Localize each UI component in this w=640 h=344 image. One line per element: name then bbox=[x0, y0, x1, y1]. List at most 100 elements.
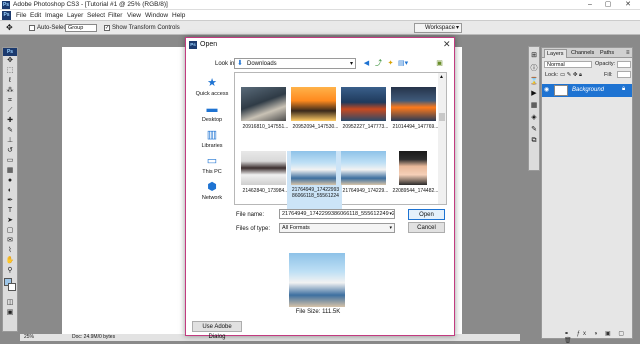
brushes-icon[interactable]: ✎ bbox=[529, 125, 539, 133]
close-button[interactable]: ✕ bbox=[620, 0, 636, 10]
move-tool-icon[interactable]: ✥ bbox=[6, 23, 13, 32]
chevron-down-icon: ▾ bbox=[349, 61, 353, 67]
blur-tool-icon[interactable]: ● bbox=[4, 176, 16, 186]
file-name: 20952094_147530... bbox=[292, 124, 339, 130]
chevron-down-icon[interactable]: ▾ bbox=[389, 210, 392, 218]
file-item[interactable]: 20952094_147530... bbox=[287, 87, 342, 135]
folder-preview-icon[interactable]: ▣ bbox=[435, 59, 444, 68]
transform-controls-checkbox[interactable]: ✓ bbox=[104, 25, 110, 31]
brush-tool-icon[interactable]: ✎ bbox=[4, 126, 16, 136]
zoom-tool-icon[interactable]: ⚲ bbox=[4, 266, 16, 276]
opacity-field[interactable] bbox=[617, 61, 631, 68]
cancel-button[interactable]: Cancel bbox=[408, 222, 445, 233]
history-icon[interactable]: ⌛ bbox=[529, 77, 539, 85]
look-in-dropdown[interactable]: ⬇ Downloads ▾ bbox=[234, 58, 356, 69]
place-libraries[interactable]: ▥ Libraries bbox=[193, 129, 231, 149]
layer-row-background[interactable]: ◉ Background 🔒︎ bbox=[542, 84, 632, 97]
fill-field[interactable] bbox=[617, 71, 631, 78]
pen-tool-icon[interactable]: ✒ bbox=[4, 196, 16, 206]
clone-stamp-icon[interactable]: ⊥ bbox=[4, 136, 16, 146]
minimize-button[interactable]: – bbox=[582, 0, 598, 10]
lasso-tool-icon[interactable]: ℓ bbox=[4, 76, 16, 86]
tab-channels[interactable]: Channels bbox=[569, 49, 596, 58]
file-item[interactable]: 20952227_147773... bbox=[337, 87, 392, 135]
menu-image[interactable]: Image bbox=[45, 12, 63, 19]
layers-bottom-toolbar[interactable]: ⚭ ƒx ◑ ▣ ▢ 🗑︎ bbox=[564, 330, 632, 344]
dodge-tool-icon[interactable]: ◐ bbox=[4, 186, 16, 196]
actions-icon[interactable]: ▶ bbox=[529, 89, 539, 97]
auto-select-checkbox[interactable] bbox=[29, 25, 35, 31]
hand-tool-icon[interactable]: ✋ bbox=[4, 256, 16, 266]
styles-icon[interactable]: ◈ bbox=[529, 113, 539, 121]
file-thumbnail bbox=[341, 87, 386, 121]
quick-mask-icon[interactable]: ◫ bbox=[4, 298, 16, 308]
menu-layer[interactable]: Layer bbox=[67, 12, 83, 19]
background-color-swatch[interactable] bbox=[8, 283, 16, 291]
view-menu-icon[interactable]: ▤▾ bbox=[398, 59, 408, 68]
file-name: 21462840_173984... bbox=[242, 188, 289, 194]
navigator-icon[interactable]: ⊞ bbox=[529, 51, 539, 59]
menu-help[interactable]: Help bbox=[172, 12, 185, 19]
use-adobe-dialog-button[interactable]: Use Adobe Dialog bbox=[192, 321, 242, 340]
scrollbar-thumb[interactable] bbox=[439, 113, 445, 121]
look-in-label: Look in: bbox=[215, 61, 237, 67]
file-item-selected[interactable]: 21764949_17422993 86066118_55561224 bbox=[287, 151, 342, 209]
place-this-pc[interactable]: ▭ This PC bbox=[193, 155, 231, 175]
file-thumbnail bbox=[291, 151, 336, 185]
file-type-dropdown[interactable]: All Formats ▾ bbox=[279, 223, 395, 233]
menu-view[interactable]: View bbox=[127, 12, 141, 19]
menu-window[interactable]: Window bbox=[145, 12, 168, 19]
visibility-eye-icon[interactable]: ◉ bbox=[544, 86, 549, 93]
marquee-tool-icon[interactable]: ⬚ bbox=[4, 66, 16, 76]
info-icon[interactable]: ⓘ bbox=[529, 63, 539, 73]
zoom-level[interactable]: 25% bbox=[24, 334, 34, 341]
swatches-icon[interactable]: ▦ bbox=[529, 101, 539, 109]
file-item[interactable]: 22089544_174482... bbox=[387, 151, 442, 199]
new-folder-icon[interactable]: ✦ bbox=[386, 59, 395, 68]
gradient-tool-icon[interactable]: ▦ bbox=[4, 166, 16, 176]
color-swatches[interactable] bbox=[3, 278, 17, 298]
menu-select[interactable]: Select bbox=[87, 12, 105, 19]
screen-mode-icon[interactable]: ▣ bbox=[4, 308, 16, 318]
clone-source-icon[interactable]: ⧉ bbox=[529, 137, 539, 145]
path-selection-icon[interactable]: ➤ bbox=[4, 216, 16, 226]
eyedropper-tool-icon[interactable]: ⌇ bbox=[4, 246, 16, 256]
magic-wand-tool-icon[interactable]: ⁂ bbox=[4, 86, 16, 96]
auto-select-dropdown[interactable]: Group bbox=[65, 24, 97, 32]
file-list[interactable]: 20916810_147551... 20952094_147530... 20… bbox=[234, 72, 447, 209]
file-item[interactable]: 20916810_147551... bbox=[237, 87, 292, 135]
dialog-close-icon[interactable]: ✕ bbox=[443, 39, 451, 50]
scroll-up-icon[interactable]: ▲ bbox=[439, 74, 444, 80]
place-network[interactable]: ⬢ Network bbox=[193, 181, 231, 201]
blend-mode-dropdown[interactable]: Normal bbox=[544, 61, 592, 68]
menu-filter[interactable]: Filter bbox=[108, 12, 122, 19]
lock-icons[interactable]: ▭ ✎ ✥ 🔒︎ bbox=[560, 72, 582, 79]
history-brush-icon[interactable]: ↺ bbox=[4, 146, 16, 156]
place-desktop[interactable]: ▬ Desktop bbox=[193, 103, 231, 123]
type-tool-icon[interactable]: T bbox=[4, 206, 16, 216]
crop-tool-icon[interactable]: ⌗ bbox=[4, 96, 16, 106]
eraser-tool-icon[interactable]: ▭ bbox=[4, 156, 16, 166]
libraries-icon: ▥ bbox=[206, 129, 218, 141]
slice-tool-icon[interactable]: ⟋ bbox=[4, 106, 16, 116]
tab-layers[interactable]: Layers bbox=[544, 49, 567, 58]
menu-edit[interactable]: Edit bbox=[30, 12, 41, 19]
file-list-scrollbar[interactable]: ▲ bbox=[438, 73, 446, 204]
notes-tool-icon[interactable]: ✉ bbox=[4, 236, 16, 246]
file-name-input[interactable]: 21764949_1742299386066118_555612249121 ▾ bbox=[279, 209, 395, 219]
up-folder-icon[interactable]: ⤴ bbox=[374, 59, 383, 68]
file-item[interactable]: 21014494_147769... bbox=[387, 87, 442, 135]
shape-tool-icon[interactable]: ▢ bbox=[4, 226, 16, 236]
open-button[interactable]: Open bbox=[408, 209, 445, 220]
workspace-button[interactable]: Workspace ▾ bbox=[414, 23, 462, 33]
file-item[interactable]: 21462840_173984... bbox=[237, 151, 292, 199]
tab-paths[interactable]: Paths bbox=[598, 49, 616, 58]
healing-brush-icon[interactable]: ✚ bbox=[4, 116, 16, 126]
maximize-button[interactable]: ▢ bbox=[600, 0, 616, 10]
file-item[interactable]: 21764949_174229... bbox=[337, 151, 392, 199]
move-tool-icon[interactable]: ✥ bbox=[4, 56, 16, 66]
place-quick-access[interactable]: ★ Quick access bbox=[193, 77, 231, 97]
panel-menu-icon[interactable]: ≡ bbox=[624, 49, 632, 58]
back-icon[interactable]: ◀ bbox=[362, 59, 371, 68]
menu-file[interactable]: File bbox=[16, 12, 26, 19]
